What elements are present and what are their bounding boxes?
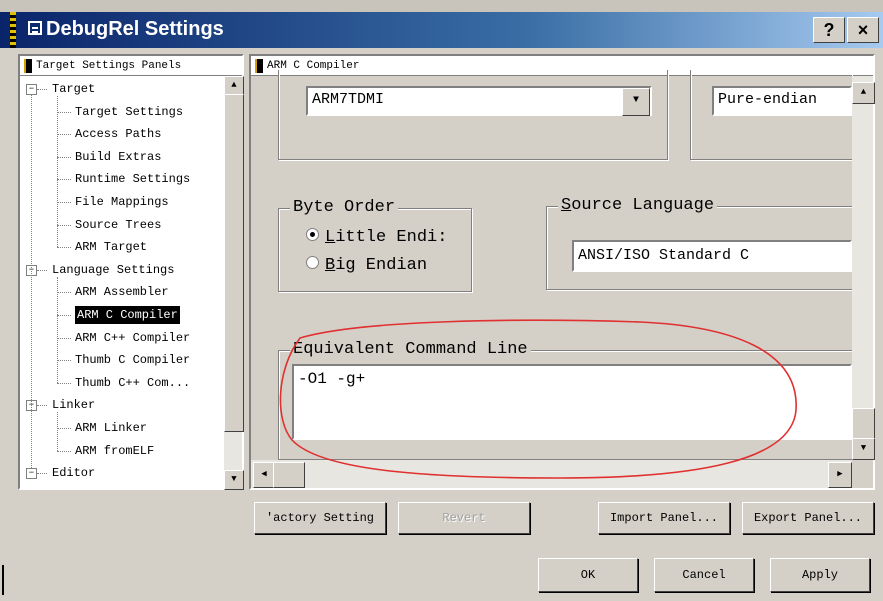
hand-drawn-annotation-circle [279, 319, 797, 479]
annotation-path [279, 319, 797, 479]
